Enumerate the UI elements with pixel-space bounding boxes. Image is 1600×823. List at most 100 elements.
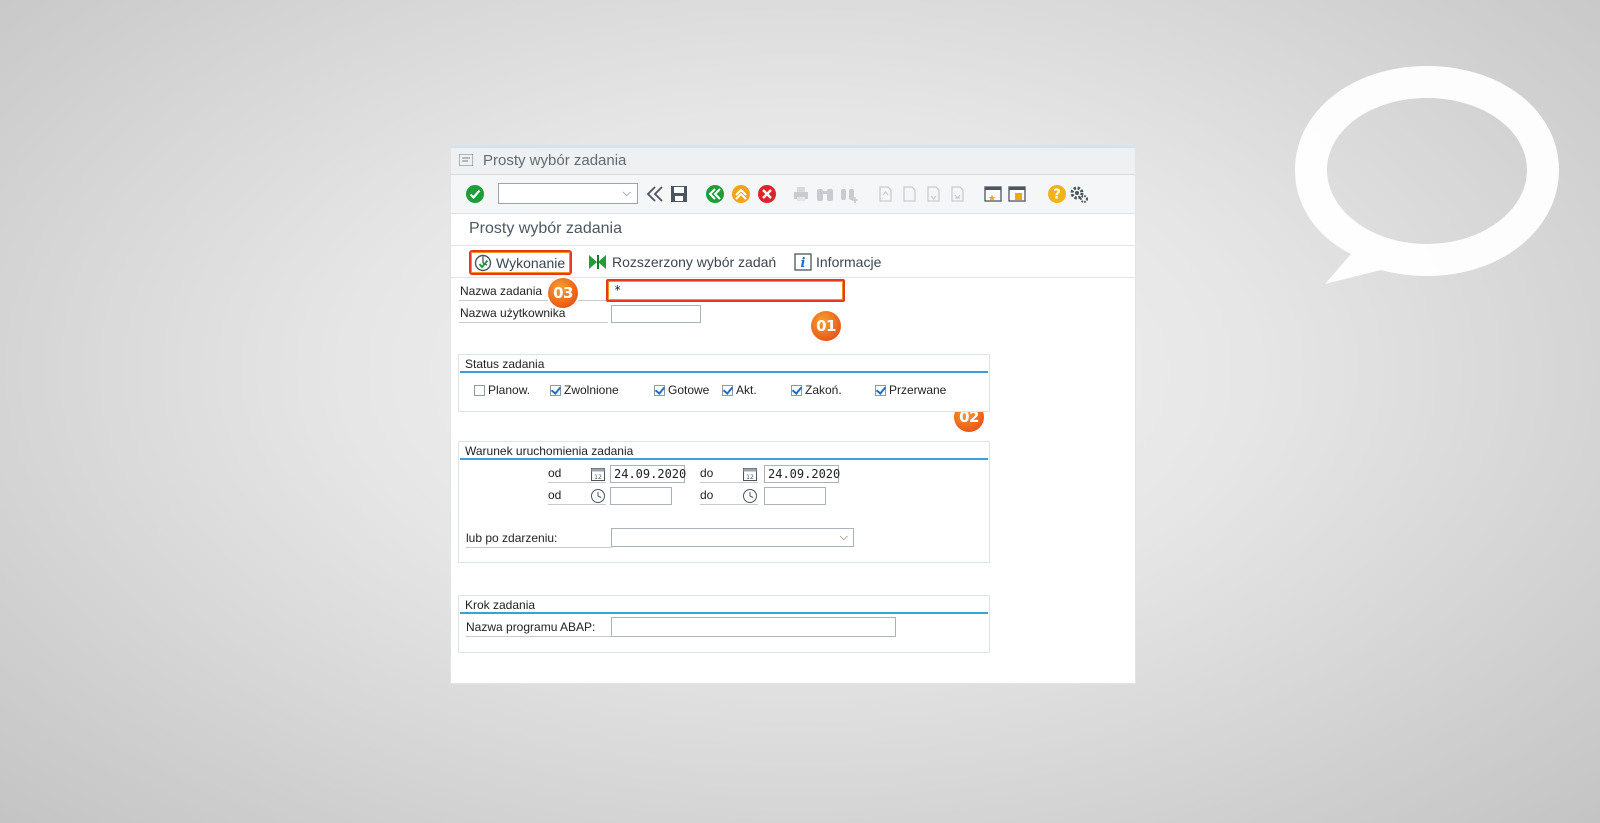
execute-button[interactable]: Wykonanie (469, 250, 573, 275)
settings-button[interactable] (1069, 184, 1089, 204)
previous-page-button[interactable] (899, 184, 919, 204)
find-button[interactable] (815, 184, 835, 204)
job-status-title: Status zadania (465, 357, 545, 371)
next-page-icon (927, 186, 940, 202)
job-name-label: Nazwa zadania (459, 283, 608, 301)
status-canceled-checkbox[interactable]: Przerwane (875, 383, 946, 397)
enter-button[interactable] (465, 184, 485, 204)
status-scheduled-checkbox[interactable]: Planow. (474, 383, 530, 397)
back-button[interactable] (705, 184, 725, 204)
help-icon: ? (1048, 185, 1066, 203)
job-step-title: Krok zadania (465, 598, 536, 612)
execute-icon (474, 254, 492, 271)
back-icon (706, 185, 724, 203)
binoculars-plus-icon (841, 189, 858, 203)
extended-selection-button[interactable]: Rozszerzony wybór zadań (588, 250, 776, 273)
status-finished-checkbox[interactable]: Zakoń. (791, 383, 842, 397)
new-window-icon (984, 186, 1002, 202)
first-page-button[interactable] (875, 184, 895, 204)
new-session-button[interactable] (983, 184, 1003, 204)
checkbox-released[interactable] (550, 384, 561, 396)
date-from-input[interactable]: 24.09.2020 (610, 465, 686, 483)
window-title: Prosty wybór zadania (483, 152, 627, 169)
svg-text:i: i (801, 256, 806, 271)
job-status-group: Status zadania Planow. Zwolnione Gotowe … (458, 354, 990, 412)
title-bar: Prosty wybór zadania (451, 148, 1135, 175)
print-icon (794, 187, 808, 201)
checkbox-finished[interactable] (791, 384, 802, 396)
collapse-button[interactable] (645, 184, 665, 204)
shortcut-icon (1008, 186, 1026, 202)
clock-icon[interactable] (742, 488, 758, 504)
status-ready-checkbox[interactable]: Gotowe (654, 383, 709, 397)
binoculars-icon (817, 189, 833, 201)
cancel-button[interactable] (757, 184, 777, 204)
time-to-input[interactable] (764, 487, 826, 505)
svg-text:?: ? (1053, 188, 1061, 203)
screen-title-bar: Prosty wybór zadania (451, 214, 1135, 246)
screen-title: Prosty wybór zadania (469, 220, 622, 237)
save-button[interactable] (669, 184, 689, 204)
time-from-input[interactable] (610, 487, 672, 505)
start-condition-title: Warunek uruchomienia zadania (465, 444, 634, 458)
double-chevron-left-icon (646, 186, 663, 202)
status-canceled-label: Przerwane (889, 383, 947, 397)
checkbox-ready[interactable] (654, 384, 665, 396)
speech-bubble-logo (1295, 66, 1559, 284)
cancel-icon (758, 185, 776, 203)
info-icon: i (794, 252, 812, 271)
calendar-icon[interactable]: 12 (742, 466, 758, 482)
last-page-button[interactable] (947, 184, 967, 204)
user-name-label: Nazwa użytkownika (459, 305, 608, 323)
last-page-icon (951, 186, 964, 202)
information-button[interactable]: i Informacje (794, 250, 881, 273)
print-button[interactable] (791, 184, 811, 204)
first-page-icon (879, 186, 892, 202)
extended-selection-label: Rozszerzony wybór zadań (612, 253, 777, 270)
check-icon (466, 185, 484, 203)
status-ready-label: Gotowe (668, 383, 710, 397)
status-active-checkbox[interactable]: Akt. (722, 383, 757, 397)
save-icon (671, 186, 687, 202)
step-badge-03: 03 (548, 278, 578, 308)
shortcut-button[interactable] (1007, 184, 1027, 204)
status-released-checkbox[interactable]: Zwolnione (550, 383, 619, 397)
user-name-input[interactable] (611, 305, 701, 323)
event-label: lub po zdarzeniu: (466, 530, 612, 548)
svg-text:12: 12 (746, 474, 754, 481)
clock-icon[interactable] (590, 488, 606, 504)
group-divider (460, 458, 988, 460)
sap-window: Prosty wybór zadania ⌵ ? Prosty wybór za… (451, 146, 1135, 683)
find-next-button[interactable] (839, 184, 859, 204)
status-finished-label: Zakoń. (805, 383, 842, 397)
checkbox-canceled[interactable] (875, 384, 886, 396)
job-step-group: Krok zadania Nazwa programu ABAP: (458, 595, 990, 653)
next-page-button[interactable] (923, 184, 943, 204)
checkbox-scheduled[interactable] (474, 384, 485, 396)
abap-program-input[interactable] (611, 617, 896, 637)
status-released-label: Zwolnione (564, 383, 619, 397)
extended-selection-icon (589, 254, 606, 269)
group-divider (460, 371, 988, 373)
start-condition-group: Warunek uruchomienia zadania od 12 24.09… (458, 441, 990, 563)
chevron-down-icon[interactable]: ⌵ (840, 531, 848, 544)
checkbox-active[interactable] (722, 384, 733, 396)
gear-icon (1070, 186, 1088, 203)
command-field[interactable]: ⌵ (498, 183, 638, 204)
help-button[interactable]: ? (1047, 184, 1067, 204)
svg-text:12: 12 (594, 474, 602, 481)
information-label: Informacje (816, 253, 882, 270)
job-name-input[interactable]: * (606, 279, 845, 302)
chevron-down-icon[interactable]: ⌵ (623, 187, 631, 200)
calendar-icon[interactable]: 12 (590, 466, 606, 482)
system-toolbar: ⌵ ? (451, 175, 1135, 214)
status-active-label: Akt. (736, 383, 757, 397)
exit-button[interactable] (731, 184, 751, 204)
menu-icon[interactable] (459, 154, 473, 166)
abap-program-label: Nazwa programu ABAP: (466, 619, 612, 637)
group-divider (460, 612, 988, 614)
event-select[interactable]: ⌵ (611, 528, 854, 547)
application-toolbar: Wykonanie Rozszerzony wybór zadań i Info… (451, 246, 1135, 278)
date-to-input[interactable]: 24.09.2020 (764, 465, 840, 483)
exit-icon (732, 185, 750, 203)
